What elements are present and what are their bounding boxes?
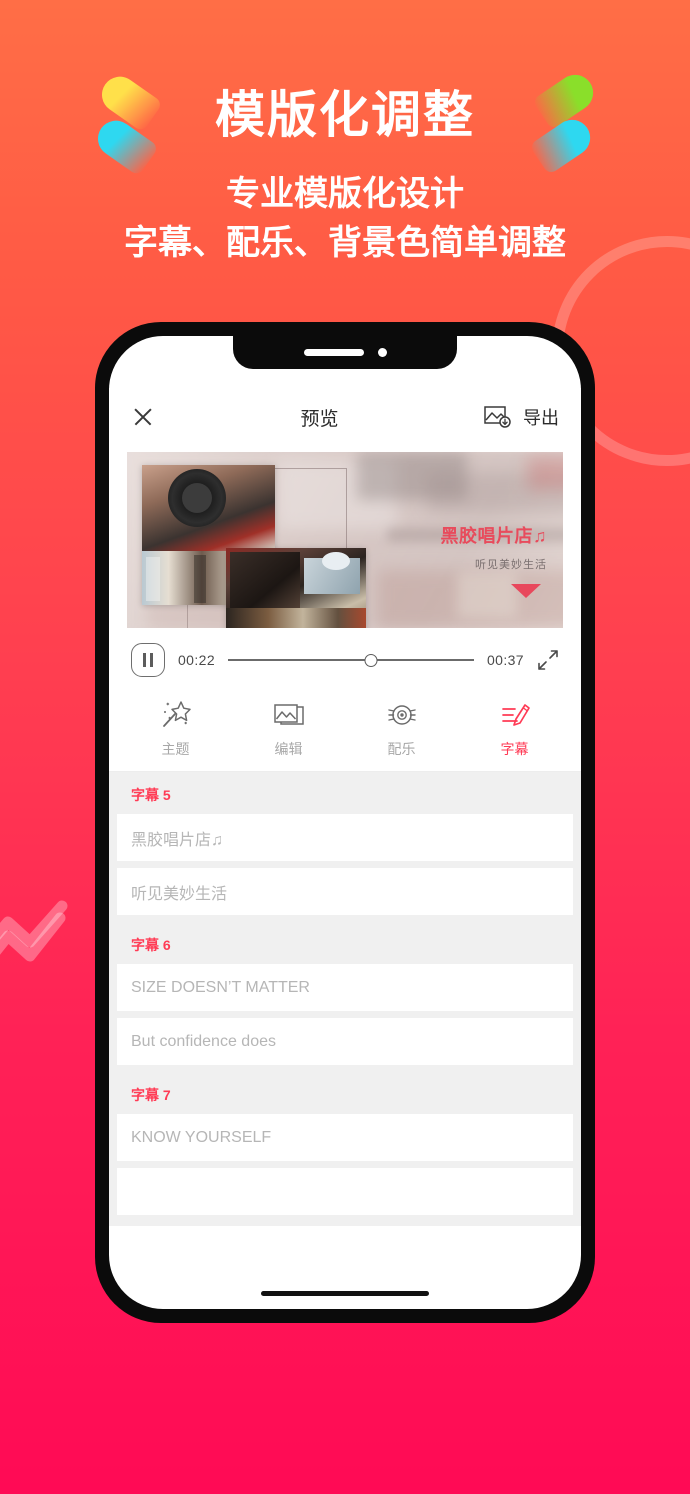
- current-time-label: 00:22: [178, 652, 216, 668]
- preview-photo-front: [226, 548, 366, 628]
- player-controls: 00:22 00:37: [109, 628, 581, 692]
- app-header: 预览 导出: [109, 388, 581, 446]
- subtitle-list: 字幕 5 黑胶唱片店♫ 听见美妙生活 字幕 6 SIZE DOESN’T MAT…: [109, 772, 581, 1226]
- video-preview-stage[interactable]: 黑胶唱片店♫ 听见美妙生活: [127, 452, 563, 628]
- promo-subtitle-line2: 字幕、配乐、背景色简单调整: [124, 223, 566, 262]
- header-right-actions: 导出: [484, 404, 559, 430]
- subtitle-pencil-icon: [458, 696, 571, 734]
- tab-music[interactable]: 配乐: [345, 696, 458, 759]
- page-title: 预览: [300, 408, 339, 430]
- expand-icon[interactable]: [537, 649, 559, 671]
- subtitle-field[interactable]: 黑胶唱片店♫: [117, 814, 573, 861]
- subtitle-field[interactable]: 听见美妙生活: [117, 868, 573, 915]
- pause-icon[interactable]: [131, 643, 165, 677]
- subtitle-field[interactable]: [117, 1168, 573, 1215]
- phone-notch: [233, 336, 457, 369]
- promo-subtitle-line1: 专业模版化设计: [226, 175, 464, 213]
- export-button[interactable]: 导出: [523, 404, 559, 430]
- progress-knob[interactable]: [364, 653, 378, 667]
- image-download-icon[interactable]: [484, 405, 512, 429]
- promo-banner: 模版化调整 专业模版化设计 字幕、配乐、背景色简单调整: [0, 0, 690, 264]
- images-icon: [232, 696, 345, 734]
- subtitle-group: 字幕 6 SIZE DOESN’T MATTER But confidence …: [109, 922, 581, 1065]
- tab-edit-label: 编辑: [274, 741, 303, 757]
- tab-theme[interactable]: 主题: [119, 696, 232, 759]
- tab-subtitle[interactable]: 字幕: [458, 696, 571, 759]
- subtitle-field[interactable]: KNOW YOURSELF: [117, 1114, 573, 1161]
- subtitle-field[interactable]: SIZE DOESN’T MATTER: [117, 964, 573, 1011]
- preview-overlay-title: 黑胶唱片店♫: [440, 526, 547, 546]
- tab-music-label: 配乐: [387, 741, 416, 757]
- decorative-zigzag-icon: [0, 900, 68, 962]
- magic-wand-icon: [119, 696, 232, 734]
- subtitle-group-heading: 字幕 5: [131, 787, 171, 803]
- vinyl-disc-icon: [345, 696, 458, 734]
- earpiece-speaker: [303, 349, 364, 356]
- close-icon[interactable]: [131, 405, 155, 429]
- tab-theme-label: 主题: [161, 741, 190, 757]
- subtitle-group: 字幕 7 KNOW YOURSELF: [109, 1072, 581, 1215]
- preview-overlay-subtitle: 听见美妙生活: [475, 559, 547, 571]
- total-time-label: 00:37: [486, 652, 524, 668]
- tab-edit[interactable]: 编辑: [232, 696, 345, 759]
- phone-mockup: 预览 导出 黑胶唱片店♫ 听见美妙生活 00:22 00:37 主题 编辑 配乐…: [95, 322, 595, 1323]
- progress-rail: [228, 659, 474, 661]
- progress-slider[interactable]: [228, 652, 474, 668]
- triangle-down-icon: [511, 584, 541, 598]
- promo-title: 模版化调整: [215, 87, 475, 143]
- subtitle-group-heading: 字幕 7: [131, 1087, 171, 1103]
- subtitle-group: 字幕 5 黑胶唱片店♫ 听见美妙生活: [109, 772, 581, 915]
- phone-screen: 预览 导出 黑胶唱片店♫ 听见美妙生活 00:22 00:37 主题 编辑 配乐…: [109, 336, 581, 1309]
- subtitle-field[interactable]: But confidence does: [117, 1018, 573, 1065]
- home-indicator: [261, 1291, 429, 1296]
- preview-text-overlay: 黑胶唱片店♫ 听见美妙生活: [441, 522, 548, 598]
- tool-tabs: 主题 编辑 配乐 字幕: [109, 692, 581, 771]
- tab-subtitle-label: 字幕: [500, 741, 529, 757]
- front-camera: [377, 348, 387, 357]
- subtitle-group-heading: 字幕 6: [131, 937, 171, 953]
